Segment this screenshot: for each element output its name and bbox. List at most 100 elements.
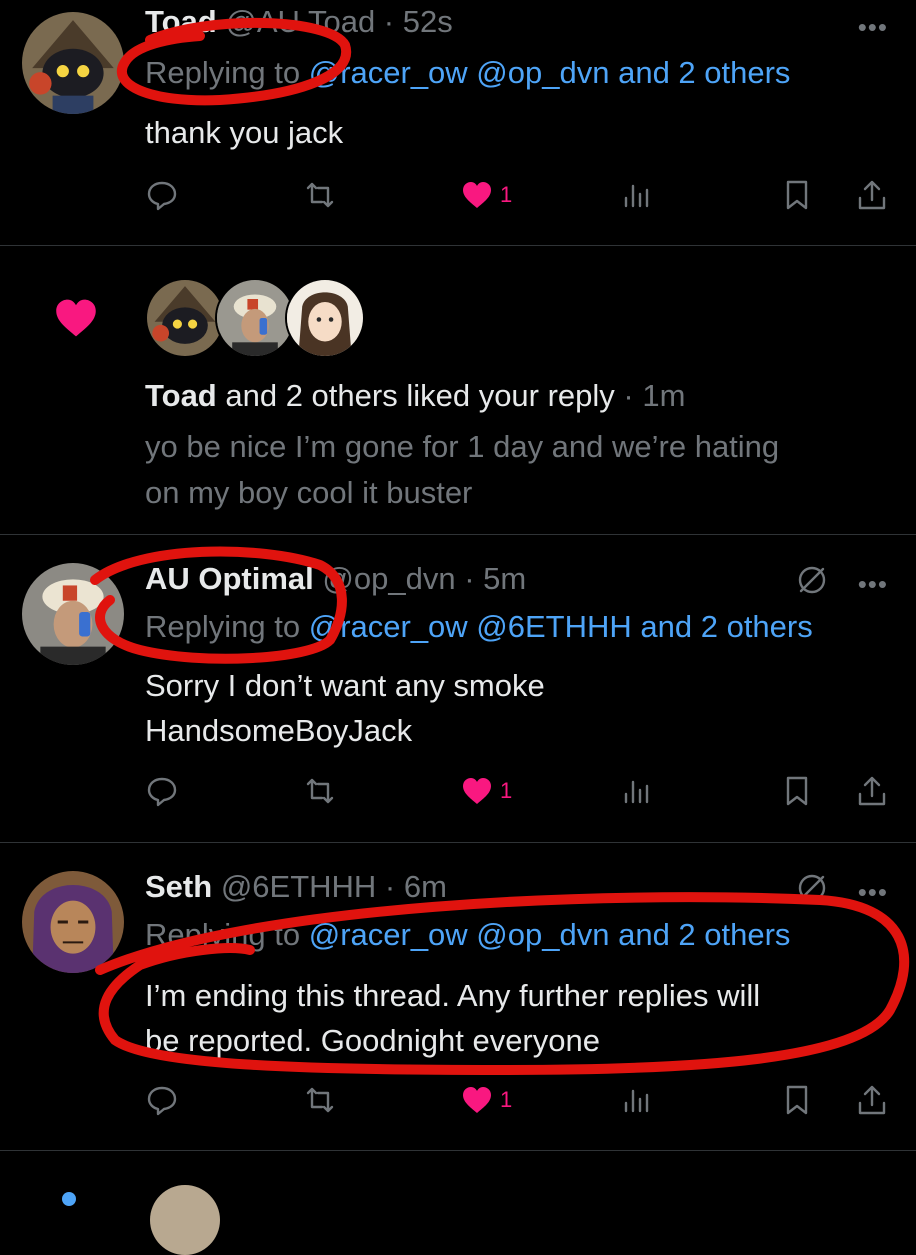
replying-to: Replying to @racer_ow @op_dvn and 2 othe… bbox=[145, 55, 790, 91]
reply-button[interactable] bbox=[145, 175, 179, 215]
like-button[interactable]: 1 bbox=[460, 1080, 512, 1120]
like-button[interactable]: 1 bbox=[460, 771, 512, 811]
tweet-seth[interactable]: Seth @6ETHHH · 6m ••• Replying to @racer… bbox=[0, 843, 916, 1148]
bookmark-button[interactable] bbox=[780, 175, 814, 215]
timestamp[interactable]: 6m bbox=[404, 869, 447, 904]
replying-to-link[interactable]: @racer_ow @op_dvn and 2 others bbox=[309, 917, 791, 952]
reply-button[interactable] bbox=[145, 771, 179, 811]
separator: · bbox=[614, 378, 643, 413]
bookmark-button[interactable] bbox=[780, 771, 814, 811]
avatar[interactable] bbox=[22, 12, 124, 114]
tweet-header: AU Optimal @op_dvn · 5m bbox=[145, 561, 526, 597]
quoted-line: yo be nice I’m gone for 1 day and we’re … bbox=[145, 429, 780, 464]
replying-prefix: Replying to bbox=[145, 609, 309, 644]
views-button[interactable] bbox=[620, 175, 654, 215]
heart-icon bbox=[463, 1087, 491, 1113]
retweet-icon bbox=[306, 1087, 334, 1113]
reply-icon bbox=[147, 1086, 177, 1116]
tweet-actions: 1 bbox=[145, 175, 895, 215]
next-item-avatar[interactable] bbox=[150, 1185, 220, 1255]
retweet-button[interactable] bbox=[303, 1080, 337, 1120]
bookmark-icon bbox=[786, 1085, 808, 1115]
tweet-header: Toad @AU Toad · 52s bbox=[145, 4, 453, 40]
display-name[interactable]: Toad bbox=[145, 4, 217, 39]
do-not-disturb-icon[interactable] bbox=[795, 563, 829, 597]
avatar-optimal[interactable] bbox=[215, 278, 295, 358]
tweet-text-line: HandsomeBoyJack bbox=[145, 713, 413, 748]
like-count: 1 bbox=[500, 1087, 513, 1112]
like-notification[interactable]: Toad and 2 others liked your reply · 1m … bbox=[0, 246, 916, 534]
tweet-toad[interactable]: Toad @AU Toad · 52s ••• Replying to @rac… bbox=[0, 0, 916, 245]
avatar-third[interactable] bbox=[285, 278, 365, 358]
avatar-toad[interactable] bbox=[145, 278, 225, 358]
tweet-text-line: I’m ending this thread. Any further repl… bbox=[145, 978, 761, 1013]
views-icon bbox=[624, 1089, 649, 1113]
tweet-header: Seth @6ETHHH · 6m bbox=[145, 869, 447, 905]
timestamp[interactable]: 5m bbox=[483, 561, 526, 596]
share-icon bbox=[858, 180, 886, 210]
like-count: 1 bbox=[500, 778, 513, 803]
replying-prefix: Replying to bbox=[145, 917, 309, 952]
avatar[interactable] bbox=[22, 563, 124, 665]
timestamp[interactable]: 52s bbox=[403, 4, 453, 39]
quoted-reply[interactable]: yo be nice I’m gone for 1 day and we’re … bbox=[145, 424, 885, 516]
notification-summary: Toad and 2 others liked your reply · 1m bbox=[145, 378, 685, 414]
bookmark-icon bbox=[786, 776, 808, 806]
reply-button[interactable] bbox=[145, 1080, 179, 1120]
user-handle[interactable]: @op_dvn bbox=[322, 561, 455, 596]
more-icon[interactable]: ••• bbox=[858, 877, 888, 908]
next-item-dot bbox=[62, 1192, 76, 1206]
reply-icon bbox=[147, 777, 177, 807]
heart-icon bbox=[463, 182, 491, 208]
user-handle[interactable]: @6ETHHH bbox=[221, 869, 376, 904]
separator: · bbox=[376, 869, 404, 904]
separator: · bbox=[375, 4, 403, 39]
notification-rest: and 2 others liked your reply bbox=[216, 378, 615, 413]
tweet-optimal[interactable]: AU Optimal @op_dvn · 5m ••• Replying to … bbox=[0, 535, 916, 842]
reply-icon bbox=[147, 181, 177, 211]
share-button[interactable] bbox=[855, 771, 889, 811]
views-button[interactable] bbox=[620, 1080, 654, 1120]
avatar[interactable] bbox=[22, 871, 124, 973]
tweet-text: I’m ending this thread. Any further repl… bbox=[145, 973, 885, 1063]
user-handle[interactable]: @AU Toad bbox=[225, 4, 375, 39]
share-button[interactable] bbox=[855, 1080, 889, 1120]
more-icon[interactable]: ••• bbox=[858, 569, 888, 600]
tweet-text-line: Sorry I don’t want any smoke bbox=[145, 668, 545, 703]
notification-time: 1m bbox=[642, 378, 686, 413]
display-name[interactable]: Seth bbox=[145, 869, 212, 904]
views-icon bbox=[624, 780, 649, 804]
bookmark-button[interactable] bbox=[780, 1080, 814, 1120]
share-icon bbox=[858, 1085, 886, 1115]
divider bbox=[0, 1150, 916, 1151]
more-icon[interactable]: ••• bbox=[858, 12, 888, 43]
like-count: 1 bbox=[500, 182, 513, 207]
notification-name[interactable]: Toad bbox=[145, 378, 217, 413]
retweet-icon bbox=[306, 182, 334, 208]
display-name[interactable]: AU Optimal bbox=[145, 561, 314, 596]
retweet-icon bbox=[306, 778, 334, 804]
tweet-actions: 1 bbox=[145, 771, 895, 811]
tweet-text: thank you jack bbox=[145, 115, 344, 150]
replying-prefix: Replying to bbox=[145, 55, 309, 90]
views-button[interactable] bbox=[620, 771, 654, 811]
quoted-line: on my boy cool it buster bbox=[145, 475, 473, 510]
like-button[interactable]: 1 bbox=[460, 175, 512, 215]
bookmark-icon bbox=[786, 180, 808, 210]
heart-icon bbox=[56, 299, 96, 337]
do-not-disturb-icon[interactable] bbox=[795, 871, 829, 905]
retweet-button[interactable] bbox=[303, 175, 337, 215]
replying-to: Replying to @racer_ow @op_dvn and 2 othe… bbox=[145, 917, 790, 953]
tweet-text-line: be reported. Goodnight everyone bbox=[145, 1023, 600, 1058]
separator: · bbox=[455, 561, 484, 596]
tweet-actions: 1 bbox=[145, 1080, 895, 1120]
tweet-text: Sorry I don’t want any smoke HandsomeBoy… bbox=[145, 663, 885, 753]
replying-to: Replying to @racer_ow @6ETHHH and 2 othe… bbox=[145, 609, 813, 645]
share-button[interactable] bbox=[855, 175, 889, 215]
heart-icon bbox=[463, 778, 491, 804]
views-icon bbox=[624, 184, 649, 208]
replying-to-link[interactable]: @racer_ow @op_dvn and 2 others bbox=[309, 55, 791, 90]
replying-to-link[interactable]: @racer_ow @6ETHHH and 2 others bbox=[309, 609, 813, 644]
share-icon bbox=[858, 776, 886, 806]
retweet-button[interactable] bbox=[303, 771, 337, 811]
